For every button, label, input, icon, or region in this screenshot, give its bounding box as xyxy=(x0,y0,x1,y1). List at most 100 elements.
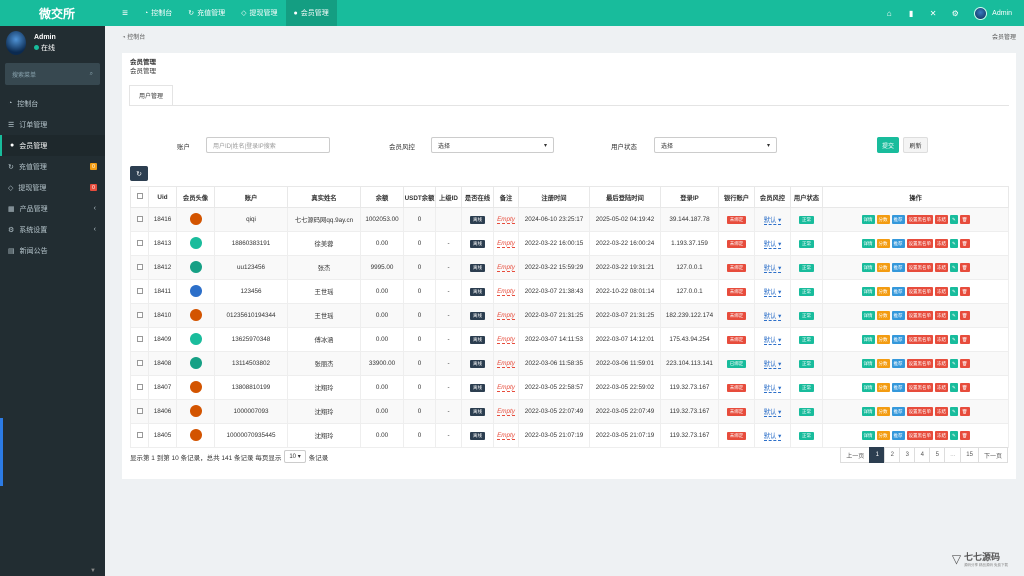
page-button[interactable]: 1 xyxy=(869,447,886,463)
row-checkbox[interactable] xyxy=(130,303,149,328)
action-button[interactable]: 详情 xyxy=(861,311,875,320)
cell-note[interactable]: Empty xyxy=(493,255,519,280)
sidebar-item-settings[interactable]: ⚙ 系统设置 ‹ xyxy=(0,219,105,240)
action-button[interactable]: 详情 xyxy=(861,359,875,368)
action-button[interactable]: 冻结 xyxy=(935,431,948,440)
cell-note[interactable]: Empty xyxy=(493,351,519,376)
brand-logo[interactable]: 微交所 xyxy=(0,0,114,26)
edit-icon[interactable]: ✎ xyxy=(950,335,958,344)
action-button[interactable]: 详情 xyxy=(861,263,875,272)
action-button[interactable]: 冻结 xyxy=(935,359,948,368)
action-button[interactable]: 冻结 xyxy=(935,239,948,248)
action-button[interactable]: 详情 xyxy=(861,407,875,416)
risk-select[interactable]: 选择 ▾ xyxy=(431,137,554,153)
row-checkbox[interactable] xyxy=(130,207,149,232)
delete-icon[interactable]: 🗑 xyxy=(959,287,970,296)
cell-note[interactable]: Empty xyxy=(493,207,519,232)
action-button[interactable]: 详情 xyxy=(861,239,875,248)
action-button[interactable]: 分数 xyxy=(876,359,890,368)
action-button[interactable]: 冻结 xyxy=(935,215,948,224)
delete-icon[interactable]: 🗑 xyxy=(959,335,970,344)
page-button[interactable]: 2 xyxy=(884,447,901,463)
action-button[interactable]: 分数 xyxy=(876,431,890,440)
action-button[interactable]: 分数 xyxy=(876,215,890,224)
risk-dropdown[interactable]: 默认 ▾ xyxy=(763,433,782,441)
cell-risk[interactable]: 默认 ▾ xyxy=(754,279,791,304)
prev-page-button[interactable]: 上一页 xyxy=(840,447,871,463)
action-button[interactable]: 设置黑名单 xyxy=(906,287,933,296)
checkbox[interactable] xyxy=(136,311,143,318)
action-button[interactable]: 详情 xyxy=(861,383,875,392)
risk-dropdown[interactable]: 默认 ▾ xyxy=(763,361,782,369)
page-button[interactable]: 3 xyxy=(899,447,916,463)
checkbox[interactable] xyxy=(136,263,143,270)
edit-icon[interactable]: ✎ xyxy=(950,287,958,296)
row-checkbox[interactable] xyxy=(130,255,149,280)
trash-icon[interactable]: ▮ xyxy=(900,0,922,26)
edit-icon[interactable]: ✎ xyxy=(950,263,958,272)
risk-dropdown[interactable]: 默认 ▾ xyxy=(763,385,782,393)
action-button[interactable]: 详情 xyxy=(861,287,875,296)
editable-note[interactable]: Empty xyxy=(497,360,515,368)
sidebar-item-members[interactable]: ● 会员管理 xyxy=(0,135,105,156)
next-page-button[interactable]: 下一页 xyxy=(977,447,1008,463)
action-button[interactable]: 详情 xyxy=(861,215,875,224)
action-button[interactable]: 设置黑名单 xyxy=(906,359,933,368)
edit-icon[interactable]: ✎ xyxy=(950,311,958,320)
risk-dropdown[interactable]: 默认 ▾ xyxy=(763,241,782,249)
action-button[interactable]: 推荐 xyxy=(891,311,905,320)
editable-note[interactable]: Empty xyxy=(497,288,515,296)
tab-withdraw[interactable]: ◇ 提现管理 xyxy=(233,0,285,26)
cell-risk[interactable]: 默认 ▾ xyxy=(754,351,791,376)
cell-note[interactable]: Empty xyxy=(493,399,519,424)
select-all-checkbox[interactable] xyxy=(130,186,149,208)
cell-note[interactable]: Empty xyxy=(493,327,519,352)
edit-icon[interactable]: ✎ xyxy=(950,383,958,392)
edit-icon[interactable]: ✎ xyxy=(950,239,958,248)
action-button[interactable]: 推荐 xyxy=(891,407,905,416)
cell-risk[interactable]: 默认 ▾ xyxy=(754,207,791,232)
action-button[interactable]: 冻结 xyxy=(935,311,948,320)
edit-icon[interactable]: ✎ xyxy=(950,215,958,224)
delete-icon[interactable]: 🗑 xyxy=(959,359,970,368)
delete-icon[interactable]: 🗑 xyxy=(959,383,970,392)
checkbox[interactable] xyxy=(136,215,143,222)
action-button[interactable]: 设置黑名单 xyxy=(906,311,933,320)
editable-note[interactable]: Empty xyxy=(497,384,515,392)
row-checkbox[interactable] xyxy=(130,279,149,304)
action-button[interactable]: 分数 xyxy=(876,263,890,272)
sidebar-item-orders[interactable]: ☰ 订单管理 xyxy=(0,114,105,135)
editable-note[interactable]: Empty xyxy=(497,216,515,224)
refresh-button[interactable]: ↻ xyxy=(130,166,148,181)
checkbox[interactable] xyxy=(136,193,143,199)
column-header[interactable]: 注册时间 xyxy=(518,186,590,208)
user-menu[interactable]: Admin xyxy=(966,6,1024,20)
edit-icon[interactable]: ✎ xyxy=(950,407,958,416)
action-button[interactable]: 分数 xyxy=(876,407,890,416)
fullscreen-icon[interactable]: ✕ xyxy=(922,0,944,26)
action-button[interactable]: 推荐 xyxy=(891,263,905,272)
checkbox[interactable] xyxy=(136,335,143,342)
search-icon[interactable]: ⌕ xyxy=(90,71,93,78)
edit-icon[interactable]: ✎ xyxy=(950,359,958,368)
cell-note[interactable]: Empty xyxy=(493,375,519,400)
column-header[interactable]: 账户 xyxy=(214,186,288,208)
editable-note[interactable]: Empty xyxy=(497,432,515,440)
tab-user-management[interactable]: 用户管理 xyxy=(129,85,174,105)
settings-icon[interactable]: ⚙ xyxy=(944,0,966,26)
sidebar-item-news[interactable]: ▤ 新闻公告 xyxy=(0,240,105,261)
cell-note[interactable]: Empty xyxy=(493,279,519,304)
action-button[interactable]: 设置黑名单 xyxy=(906,215,933,224)
editable-note[interactable]: Empty xyxy=(497,336,515,344)
sidebar-item-products[interactable]: ▦ 产品管理 ‹ xyxy=(0,198,105,219)
delete-icon[interactable]: 🗑 xyxy=(959,239,970,248)
cell-risk[interactable]: 默认 ▾ xyxy=(754,231,791,256)
action-button[interactable]: 冻结 xyxy=(935,383,948,392)
account-search-input[interactable]: 用户ID|姓名|登录IP搜索 xyxy=(206,137,330,153)
sidebar-item-dashboard[interactable]: ◔ 控制台 xyxy=(0,93,105,114)
delete-icon[interactable]: 🗑 xyxy=(959,431,970,440)
action-button[interactable]: 推荐 xyxy=(891,335,905,344)
submit-button[interactable]: 提交 xyxy=(877,137,899,153)
checkbox[interactable] xyxy=(136,239,143,246)
sidebar-item-recharge[interactable]: ↻ 充值管理 0 xyxy=(0,156,105,177)
